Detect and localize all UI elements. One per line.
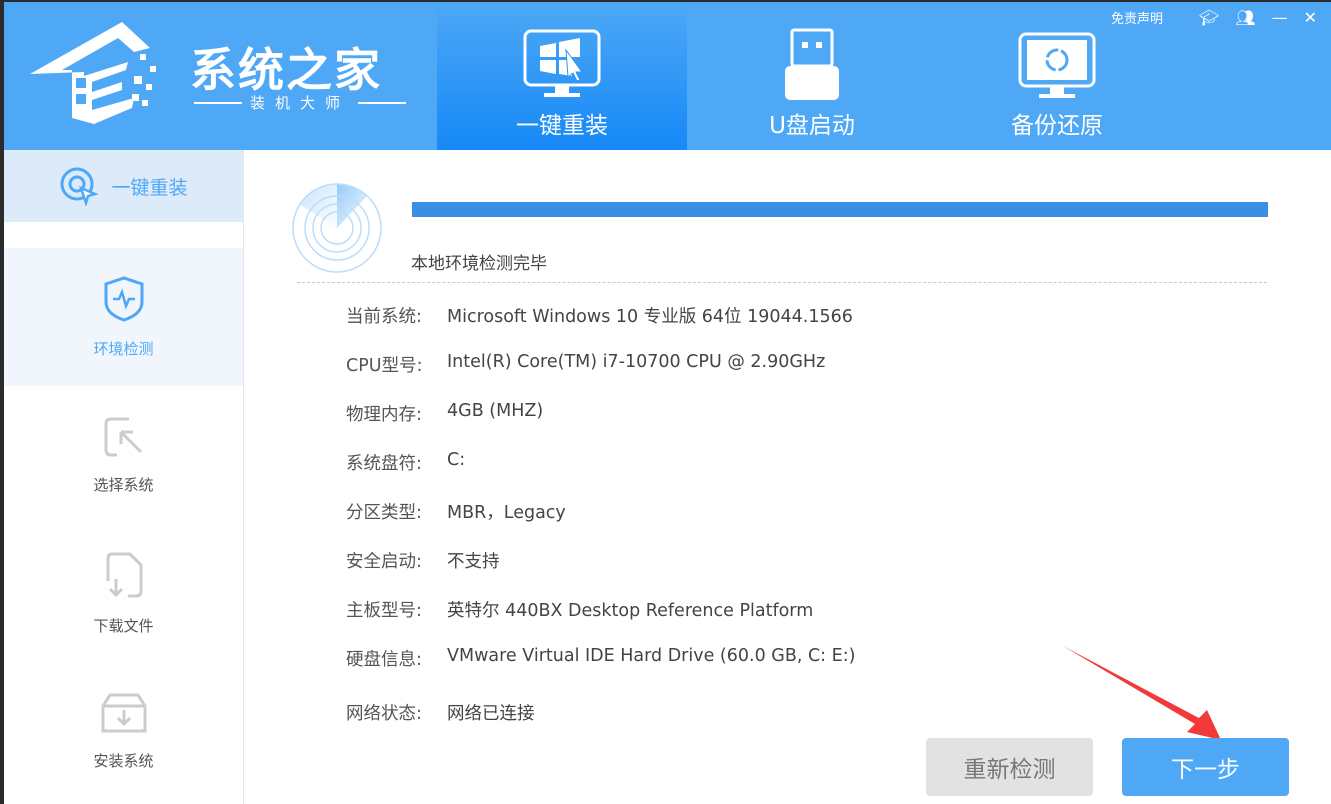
- sidebar-item-install-system[interactable]: 安装系统: [4, 662, 243, 800]
- info-row: 安全启动: 不支持: [346, 548, 500, 573]
- sidebar-item-env-check[interactable]: 环境检测: [4, 248, 243, 386]
- info-row: 主板型号: 英特尔 440BX Desktop Reference Platfor…: [346, 597, 813, 622]
- info-value: MBR，Legacy: [447, 503, 566, 523]
- next-button[interactable]: 下一步: [1122, 738, 1289, 796]
- info-label: 硬盘信息:: [346, 650, 422, 670]
- app-window: 系统之家 装机大师 一键重装 U盘启动 备份还原 免责声明 🎓︎ 👥︎ — ✕ …: [4, 2, 1331, 804]
- info-label: 系统盘符:: [346, 454, 422, 474]
- info-value: 4GB (MHZ): [447, 401, 544, 421]
- minimize-icon[interactable]: —: [1272, 8, 1288, 27]
- progress-fill: [412, 202, 1268, 217]
- target-cursor-icon: [60, 167, 100, 206]
- info-label: 主板型号:: [346, 601, 422, 621]
- tab-usb-boot[interactable]: U盘启动: [687, 2, 937, 150]
- monitor-restore-icon: [1018, 32, 1096, 98]
- status-text: 本地环境检测完毕: [411, 254, 547, 274]
- info-row: 分区类型: MBR，Legacy: [346, 499, 566, 524]
- logo-subtitle: 装机大师: [250, 94, 351, 112]
- monitor-windows-icon: [523, 29, 601, 97]
- file-download-icon: [106, 552, 142, 597]
- red-arrow-annotation: [1063, 646, 1221, 740]
- info-value: 不支持: [447, 552, 500, 572]
- users-icon[interactable]: 👥︎: [1235, 8, 1255, 27]
- graduation-cap-icon[interactable]: 🎓︎: [1199, 8, 1219, 27]
- install-box-icon: [101, 693, 146, 732]
- info-row: CPU型号: Intel(R) Core(TM) i7-10700 CPU @ 2…: [346, 352, 825, 377]
- header: 系统之家 装机大师 一键重装 U盘启动 备份还原 免责声明 🎓︎ 👥︎ — ✕: [4, 2, 1331, 150]
- select-cursor-icon: [104, 417, 142, 456]
- divider: [297, 282, 1267, 283]
- radar-scan-icon: [292, 183, 382, 273]
- info-value: Intel(R) Core(TM) i7-10700 CPU @ 2.90GHz: [447, 352, 826, 372]
- house-logo-icon: [30, 22, 156, 124]
- info-label: 物理内存:: [346, 405, 422, 425]
- info-row: 物理内存: 4GB (MHZ): [346, 401, 543, 426]
- info-value: 网络已连接: [447, 704, 535, 724]
- info-value: 英特尔 440BX Desktop Reference Platform: [447, 601, 814, 621]
- sidebar-item-download-files[interactable]: 下载文件: [4, 524, 243, 662]
- info-value: VMware Virtual IDE Hard Drive (60.0 GB, …: [447, 646, 856, 666]
- info-row: 系统盘符: C:: [346, 450, 465, 475]
- info-value: Microsoft Windows 10 专业版 64位 19044.1566: [447, 307, 853, 327]
- close-icon[interactable]: ✕: [1304, 8, 1317, 27]
- detection-progress-bar: [412, 202, 1268, 217]
- shield-pulse-icon: [104, 275, 143, 322]
- logo: 系统之家 装机大师: [22, 18, 422, 128]
- info-label: CPU型号:: [346, 356, 423, 376]
- info-label: 当前系统:: [346, 307, 422, 327]
- sidebar-item-select-system[interactable]: 选择系统: [4, 386, 243, 524]
- info-row: 硬盘信息: VMware Virtual IDE Hard Drive (60.0…: [346, 646, 855, 671]
- usb-drive-icon: [785, 28, 839, 100]
- tab-one-key-reinstall[interactable]: 一键重装: [437, 2, 687, 150]
- info-value: C:: [447, 450, 466, 470]
- recheck-button[interactable]: 重新检测: [926, 738, 1093, 796]
- sidebar-header: 一键重装: [4, 150, 243, 222]
- info-label: 网络状态:: [346, 704, 422, 724]
- info-row: 当前系统: Microsoft Windows 10 专业版 64位 19044.…: [346, 303, 853, 328]
- logo-title: 系统之家: [190, 43, 382, 97]
- main-panel: 本地环境检测完毕 当前系统: Microsoft Windows 10 专业版 6…: [245, 150, 1331, 804]
- sidebar: 一键重装 环境检测 选择系统 下载文件 安装系统: [4, 150, 244, 804]
- info-label: 安全启动:: [346, 552, 422, 572]
- info-row: 网络状态: 网络已连接: [346, 700, 535, 725]
- disclaimer-link[interactable]: 免责声明: [1111, 8, 1163, 27]
- info-label: 分区类型:: [346, 503, 422, 523]
